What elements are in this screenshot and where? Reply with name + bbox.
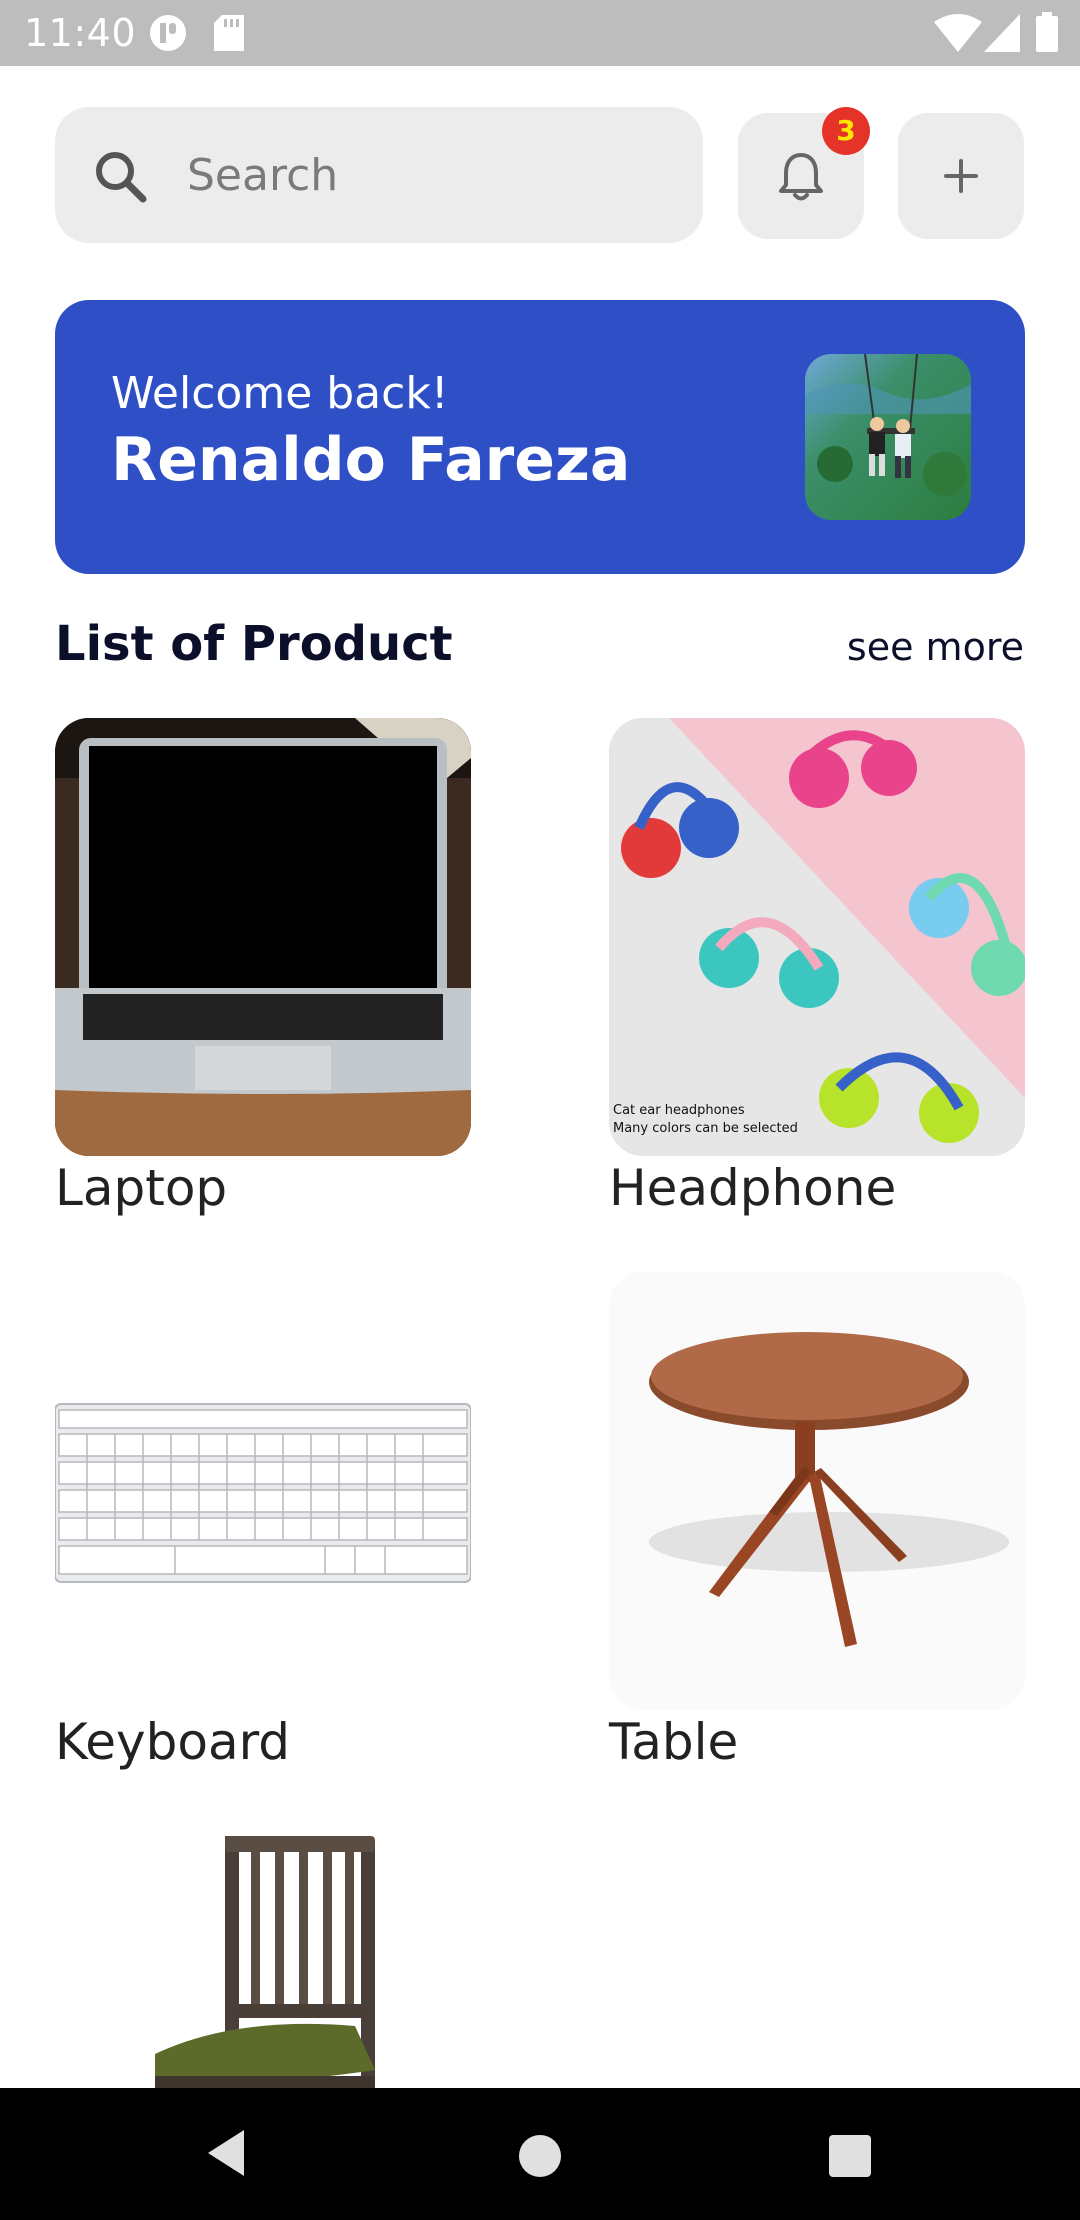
product-label-laptop[interactable]: Laptop [55,1156,227,1220]
welcome-card: Welcome back! Renaldo Fareza [55,300,1025,574]
add-button[interactable] [898,113,1024,239]
wifi-icon [934,14,982,56]
search-icon [93,149,149,205]
product-label-headphone[interactable]: Headphone [609,1156,896,1220]
product-image-laptop[interactable] [55,718,471,1156]
product-image-headphone[interactable]: Cat ear headphones Many colors can be se… [609,718,1025,1156]
status-bar: 11:40 [0,0,1080,66]
headphone-caption-2: Many colors can be selected [613,1121,798,1136]
home-icon[interactable] [518,2134,562,2182]
see-more-link[interactable]: see more [847,622,1024,672]
notification-badge: 3 [822,107,870,155]
section-title: List of Product [55,616,453,672]
product-image-chair[interactable] [55,1826,471,2088]
battery-icon [1036,12,1058,56]
signal-icon [984,14,1020,56]
system-nav-bar [0,2088,1080,2220]
bell-icon [779,153,823,201]
recents-icon[interactable] [828,2134,872,2182]
search-input[interactable] [187,135,667,215]
product-image-table[interactable] [609,1272,1025,1710]
sd-card-icon [214,15,244,55]
back-icon[interactable] [204,2128,248,2182]
plus-icon [944,159,978,193]
product-image-keyboard[interactable] [55,1272,471,1710]
app-notification-icon [148,13,188,57]
search-bar[interactable] [55,107,703,243]
headphone-caption-1: Cat ear headphones [613,1103,745,1118]
avatar[interactable] [805,354,971,520]
user-name: Renaldo Fareza [111,425,631,495]
product-label-table[interactable]: Table [609,1710,738,1774]
status-time: 11:40 [24,11,137,55]
product-label-keyboard[interactable]: Keyboard [55,1710,290,1774]
welcome-greeting: Welcome back! [111,368,449,419]
